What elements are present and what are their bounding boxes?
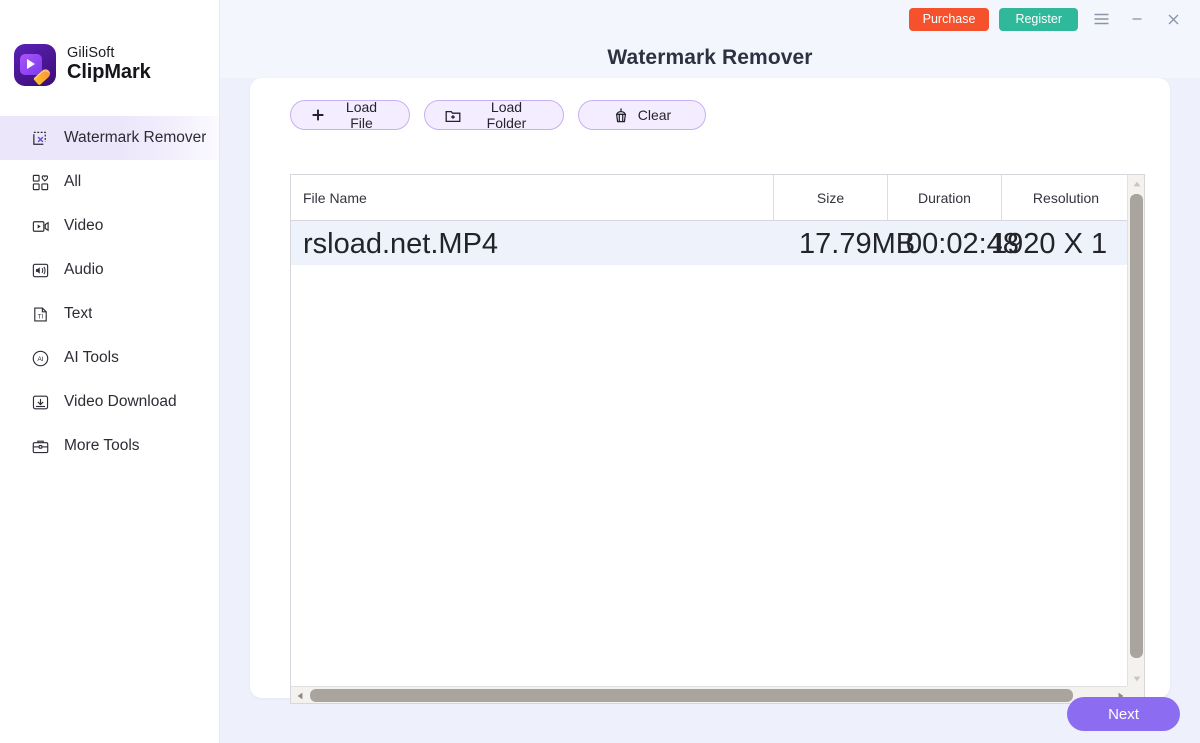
- sidebar-item-label: Text: [64, 305, 93, 322]
- sidebar-item-ai-tools[interactable]: AI AI Tools: [0, 336, 219, 380]
- minimize-icon[interactable]: [1124, 6, 1150, 32]
- vertical-scrollbar-thumb[interactable]: [1130, 194, 1143, 658]
- sidebar-item-more-tools[interactable]: More Tools: [0, 424, 219, 468]
- plus-icon: [311, 108, 325, 122]
- svg-text:TI: TI: [37, 313, 43, 320]
- page-title: Watermark Remover: [220, 38, 1200, 78]
- broom-icon: [613, 107, 629, 123]
- brand-text: GiliSoft ClipMark: [67, 46, 151, 83]
- table-row[interactable]: rsload.net.MP4 17.79MB 00:02:48 1920 X 1: [291, 221, 1144, 265]
- horizontal-scrollbar-thumb[interactable]: [310, 689, 1073, 702]
- sidebar-nav: Watermark Remover All Video Audio TI Tex…: [0, 116, 219, 468]
- sidebar-item-label: All: [64, 173, 82, 190]
- sidebar: GiliSoft ClipMark Watermark Remover All …: [0, 0, 220, 743]
- download-icon: [30, 392, 50, 412]
- cell-resolution: 1920 X 1: [991, 228, 1108, 260]
- table-header-row: File Name Size Duration Resolution: [291, 175, 1144, 221]
- file-table: File Name Size Duration Resolution rsloa…: [290, 174, 1145, 704]
- clipmark-logo-icon: [14, 44, 56, 86]
- ai-circle-icon: AI: [30, 348, 50, 368]
- window-topbar: Purchase Register: [220, 0, 1200, 38]
- watermark-remove-icon: [30, 128, 50, 148]
- clear-label: Clear: [637, 107, 672, 123]
- grid-heart-icon: [30, 172, 50, 192]
- sidebar-item-all[interactable]: All: [0, 160, 219, 204]
- cell-file-name: rsload.net.MP4: [303, 228, 499, 260]
- vertical-scrollbar[interactable]: [1127, 175, 1144, 687]
- app-window: GiliSoft ClipMark Watermark Remover All …: [0, 0, 1200, 743]
- horizontal-scrollbar[interactable]: [291, 686, 1129, 703]
- sidebar-item-label: Audio: [64, 261, 104, 278]
- load-folder-label: Load Folder: [486, 99, 527, 131]
- column-header-file-name[interactable]: File Name: [291, 175, 774, 221]
- sidebar-item-label: Watermark Remover: [64, 129, 207, 146]
- sidebar-item-audio[interactable]: Audio: [0, 248, 219, 292]
- audio-icon: [30, 260, 50, 280]
- sidebar-item-video-download[interactable]: Video Download: [0, 380, 219, 424]
- load-file-button[interactable]: Load File: [290, 99, 410, 131]
- sidebar-item-label: AI Tools: [64, 349, 119, 366]
- close-icon[interactable]: [1160, 6, 1186, 32]
- purchase-button[interactable]: Purchase: [908, 7, 990, 31]
- sidebar-item-watermark-remover[interactable]: Watermark Remover: [0, 116, 219, 160]
- brand-line2: ClipMark: [67, 61, 151, 84]
- sidebar-item-video[interactable]: Video: [0, 204, 219, 248]
- video-icon: [30, 216, 50, 236]
- sidebar-item-label: Video Download: [64, 393, 177, 410]
- triangle-up-icon[interactable]: [1128, 175, 1144, 192]
- hamburger-menu-icon[interactable]: [1088, 6, 1114, 32]
- clear-button[interactable]: Clear: [578, 100, 706, 130]
- register-button[interactable]: Register: [999, 7, 1078, 31]
- triangle-down-icon[interactable]: [1128, 670, 1144, 687]
- load-file-label: Load File: [345, 99, 378, 131]
- briefcase-icon: [30, 436, 50, 456]
- column-header-resolution[interactable]: Resolution: [1002, 175, 1130, 221]
- folder-plus-icon: [445, 108, 461, 123]
- content-card: Load File Load Folder Clear File Name Si…: [250, 78, 1170, 704]
- main-area: Purchase Register Watermark Remover Load…: [220, 0, 1200, 743]
- column-header-duration[interactable]: Duration: [888, 175, 1002, 221]
- triangle-left-icon[interactable]: [291, 687, 308, 703]
- load-folder-button[interactable]: Load Folder: [424, 99, 564, 131]
- table-body: rsload.net.MP4 17.79MB 00:02:48 1920 X 1: [291, 221, 1144, 687]
- next-button[interactable]: Next: [1067, 697, 1180, 731]
- sidebar-item-label: Video: [64, 217, 104, 234]
- sidebar-item-text[interactable]: TI Text: [0, 292, 219, 336]
- sidebar-item-label: More Tools: [64, 437, 140, 454]
- brand-line1: GiliSoft: [67, 45, 115, 62]
- brand: GiliSoft ClipMark: [0, 0, 219, 92]
- svg-text:AI: AI: [37, 355, 43, 362]
- column-header-size[interactable]: Size: [774, 175, 888, 221]
- cell-size: 17.79MB: [799, 228, 916, 260]
- file-toolbar: Load File Load Folder Clear: [250, 78, 1170, 131]
- text-file-icon: TI: [30, 304, 50, 324]
